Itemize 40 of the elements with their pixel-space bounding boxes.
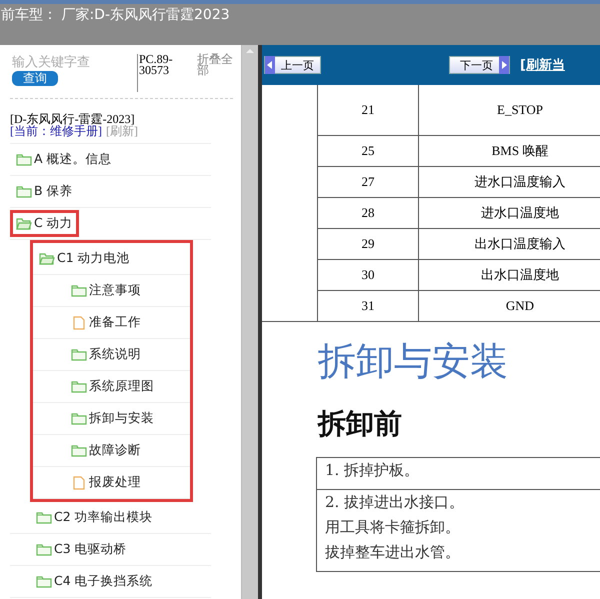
tree-item[interactable]: 拆卸与安装 bbox=[65, 405, 160, 432]
right-arrow-icon bbox=[500, 61, 508, 69]
table-cell: 29 bbox=[318, 228, 418, 260]
tree-item[interactable]: 注意事项 bbox=[65, 277, 147, 304]
tree-item[interactable]: C4 电子换挡系统 bbox=[30, 568, 159, 595]
tree-item[interactable]: 故障诊断 bbox=[65, 437, 147, 464]
tree-item[interactable]: 系统说明 bbox=[65, 341, 147, 368]
tree-item[interactable]: C3 电驱动桥 bbox=[30, 536, 133, 563]
subsection-heading: 拆卸前 bbox=[318, 406, 403, 442]
scrollbar[interactable] bbox=[241, 45, 258, 599]
current-manual-label: [当前：维修手册] bbox=[10, 124, 102, 138]
table-cell: 28 bbox=[318, 198, 418, 228]
section-heading: 拆卸与安装 bbox=[318, 338, 509, 385]
model-label: [D-东风风行-雷霆-2023] bbox=[10, 112, 135, 126]
table-cell: 25 bbox=[318, 136, 418, 166]
tree-item[interactable]: 准备工作 bbox=[65, 309, 147, 336]
tree-item[interactable]: 报废处理 bbox=[65, 469, 147, 496]
table-cell: 27 bbox=[318, 166, 418, 198]
tree-item[interactable]: A 概述。信息 bbox=[10, 146, 118, 173]
tree-item[interactable]: C 动力 bbox=[10, 210, 79, 237]
collapse-all-link[interactable]: 折叠全部 bbox=[196, 54, 233, 76]
tree-item[interactable]: 系统原理图 bbox=[65, 373, 160, 400]
step-text: 用工具将卡箍拆卸。 bbox=[325, 518, 461, 537]
search-button[interactable]: 查询 bbox=[12, 71, 58, 86]
step-text: 拔掉整车进出水管。 bbox=[325, 543, 461, 562]
code-label: PC.89-30573 bbox=[137, 54, 183, 92]
scroll-up-icon[interactable] bbox=[245, 47, 255, 55]
refresh-page-link[interactable]: [刷新当 bbox=[520, 56, 565, 74]
next-page-button[interactable]: 下一页 bbox=[449, 56, 510, 74]
step-text: 1. 拆掉护板。 bbox=[325, 461, 420, 480]
previous-page-button[interactable]: 上一页 bbox=[264, 56, 321, 74]
tree-item[interactable]: B 保养 bbox=[10, 178, 79, 205]
tree-item[interactable]: C2 功率输出模块 bbox=[30, 504, 159, 531]
left-arrow-icon bbox=[266, 61, 274, 69]
table-cell: 31 bbox=[318, 290, 418, 322]
window-title: 前车型： 厂家:D-东风风行雷霆2023 bbox=[1, 6, 230, 24]
table-cell: 21 bbox=[318, 85, 418, 136]
table-cell: 30 bbox=[318, 260, 418, 290]
tree-item[interactable]: C1 动力电池 bbox=[33, 245, 136, 272]
step-text: 2. 拔掉进出水接口。 bbox=[325, 493, 466, 512]
